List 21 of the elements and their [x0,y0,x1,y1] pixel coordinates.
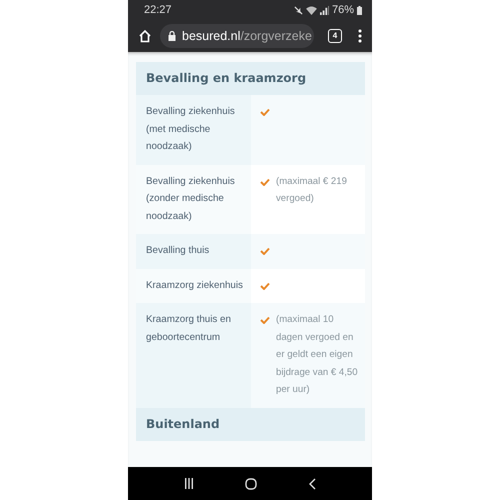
section-heading: Bevalling en kraamzorg [136,62,365,95]
section-heading: Buitenland [136,408,365,440]
home-icon[interactable] [138,29,152,43]
wifi-icon [306,6,317,14]
tab-count-button[interactable]: 4 [328,29,342,43]
lock-icon [168,31,176,41]
menu-icon[interactable] [358,29,362,43]
table-cell: Kraamzorg thuis en geboortecentrum [136,303,251,408]
address-bar[interactable]: besured.nl/zorgverzeke [160,24,314,48]
battery-percentage: 76% [332,4,354,16]
url-text: besured.nl/zorgverzeke [182,29,312,43]
table-cell: Bevalling thuis [136,234,251,268]
back-icon[interactable] [309,478,316,490]
note-text: (maximaal 10 dagen vergoed en er geldt een eigen bijdrage van € 4,50 per uur) [276,313,359,397]
table-cell: Bevalling ziekenhuis (met medische noodzaak) [136,95,251,164]
home-button-icon[interactable] [245,478,258,490]
clock-time: 22:27 [144,4,172,16]
battery-icon [357,6,362,14]
recent-apps-icon[interactable] [184,478,194,489]
signal-icon [320,6,329,14]
note-text: (maximaal € 219 vergoed) [276,174,348,206]
